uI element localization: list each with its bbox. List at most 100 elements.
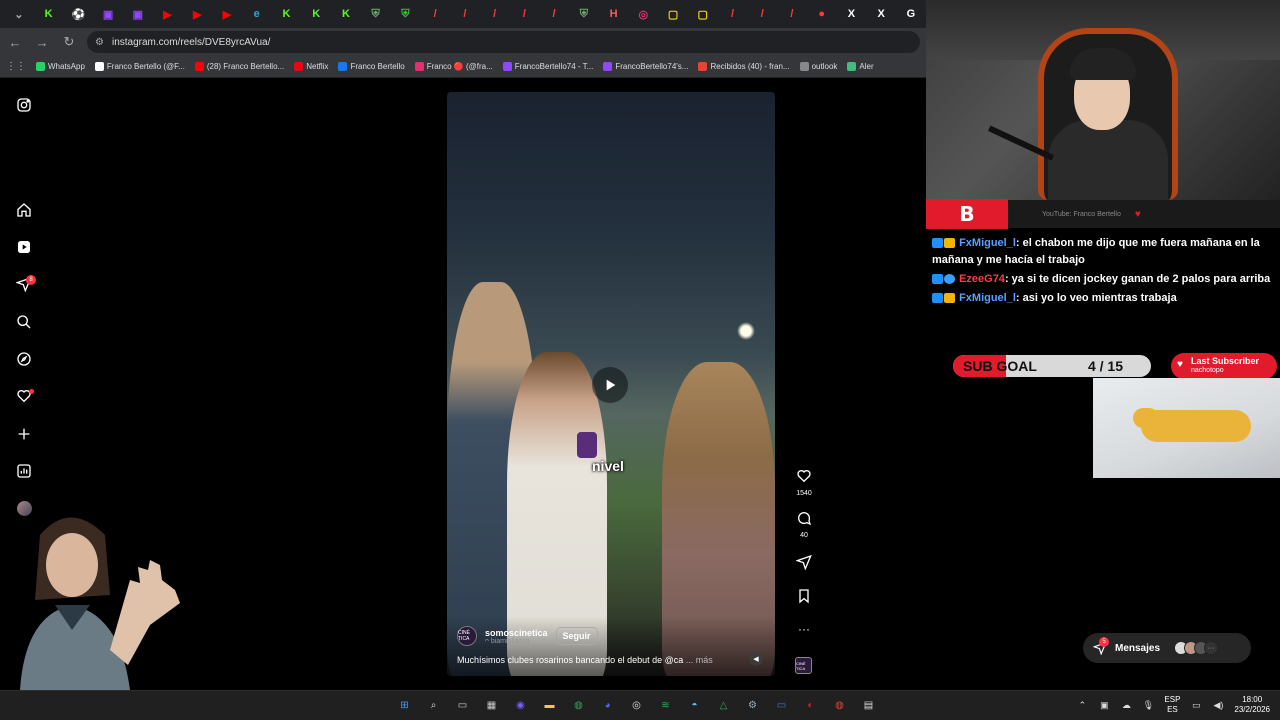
search-icon[interactable]: ⌕: [424, 696, 443, 715]
bookmark-icon[interactable]: [796, 588, 812, 604]
bookmark-item[interactable]: WhatsApp: [36, 62, 85, 71]
messages-pill[interactable]: 5 Mensajes ···: [1083, 633, 1251, 663]
site-info-icon[interactable]: ⚙: [95, 37, 104, 48]
spotify-icon[interactable]: ≋: [656, 696, 675, 715]
language-indicator[interactable]: ESP ES: [1164, 695, 1180, 715]
browser-tab[interactable]: e: [242, 0, 272, 28]
chat-username[interactable]: EzeeG74: [959, 273, 1005, 285]
browser-tab[interactable]: ▢: [688, 0, 718, 28]
collaborator-name[interactable]: ᴖ biamigliazzo: [485, 638, 548, 645]
bookmark-item[interactable]: Aler: [847, 62, 874, 71]
monitor-icon[interactable]: ▭: [1190, 699, 1202, 711]
mic-icon[interactable]: 🎙: [1142, 699, 1154, 711]
obs-icon[interactable]: ◎: [627, 696, 646, 715]
audio-thumbnail[interactable]: CINÉ TICA: [795, 657, 812, 674]
windows-icon[interactable]: ⊞: [395, 696, 414, 715]
browser-tab[interactable]: /: [747, 0, 777, 28]
drive-icon[interactable]: △: [714, 696, 733, 715]
browser-tab[interactable]: K: [331, 0, 361, 28]
app-tray-icon[interactable]: ▣: [1098, 699, 1110, 711]
app-icon[interactable]: ◉: [511, 696, 530, 715]
discord-icon[interactable]: ◕: [598, 696, 617, 715]
reels-icon[interactable]: [15, 238, 33, 256]
bookmark-item[interactable]: FrancoBertello74's...: [603, 62, 688, 71]
browser-tab[interactable]: ▶: [153, 0, 183, 28]
browser-tab[interactable]: H: [599, 0, 629, 28]
instagram-icon[interactable]: [15, 96, 33, 114]
task-view-icon[interactable]: ▭: [453, 696, 472, 715]
reel-video[interactable]: nivel CINÉ TICA somoscinetica ᴖ biamigli…: [447, 92, 775, 676]
browser-tab[interactable]: ▶: [212, 0, 242, 28]
browser-tab[interactable]: ▢: [658, 0, 688, 28]
chrome-icon[interactable]: ◍: [830, 696, 849, 715]
browser-tab[interactable]: G: [896, 0, 926, 28]
store-icon[interactable]: ▦: [482, 696, 501, 715]
dashboard-icon[interactable]: [15, 462, 33, 480]
reload-button[interactable]: ↻: [57, 30, 81, 54]
search-icon[interactable]: [15, 313, 33, 331]
browser-tab[interactable]: K: [301, 0, 331, 28]
more-link[interactable]: ... más: [686, 655, 713, 665]
browser-tab[interactable]: K: [272, 0, 302, 28]
browser-tab[interactable]: X: [837, 0, 867, 28]
browser-tab[interactable]: ▣: [123, 0, 153, 28]
browser-tab[interactable]: /: [777, 0, 807, 28]
browser-tab[interactable]: ▣: [93, 0, 123, 28]
monitor-icon[interactable]: ▭: [772, 696, 791, 715]
tab-search-button[interactable]: ⌄: [4, 0, 34, 28]
browser-tab[interactable]: X: [866, 0, 896, 28]
address-bar[interactable]: ⚙ instagram.com/reels/DVE8yrcAVua/: [87, 31, 920, 53]
browser-tab[interactable]: ●: [807, 0, 837, 28]
app-icon[interactable]: ◐: [801, 696, 820, 715]
chat-username[interactable]: FxMiguel_l: [959, 292, 1016, 304]
like-action[interactable]: 1540: [793, 468, 815, 497]
browser-tab[interactable]: ⛨: [391, 0, 421, 28]
browser-tab[interactable]: ⛨: [569, 0, 599, 28]
share-action[interactable]: [793, 554, 815, 575]
account-name[interactable]: somoscinetica: [485, 628, 548, 638]
browser-tab[interactable]: ◎: [628, 0, 658, 28]
like-icon[interactable]: [796, 468, 812, 484]
back-button[interactable]: ←: [3, 30, 27, 54]
calculator-icon[interactable]: ▤: [859, 696, 878, 715]
more-options-icon[interactable]: ···: [793, 622, 815, 636]
bookmark-item[interactable]: Recibidos (40) - fran...: [698, 62, 790, 71]
bookmark-item[interactable]: Franco Bertello (@F...: [94, 62, 185, 71]
follow-button[interactable]: Seguir: [555, 627, 598, 645]
comment-action[interactable]: 40: [793, 510, 815, 539]
bookmark-item[interactable]: FrancoBertello74 - T...: [502, 62, 593, 71]
create-icon[interactable]: [15, 425, 33, 443]
forward-button[interactable]: →: [30, 30, 54, 54]
chrome-icon[interactable]: ◍: [569, 696, 588, 715]
play-button[interactable]: [592, 367, 628, 403]
apps-grid-icon[interactable]: ⋮⋮: [6, 61, 26, 72]
browser-tab[interactable]: /: [480, 0, 510, 28]
app-icon[interactable]: ⚙: [743, 696, 762, 715]
steam-icon[interactable]: ◓: [685, 696, 704, 715]
browser-tab[interactable]: ⚽: [63, 0, 93, 28]
browser-tab[interactable]: /: [420, 0, 450, 28]
comment-icon[interactable]: [796, 510, 812, 526]
folder-icon[interactable]: ▬: [540, 696, 559, 715]
chat-username[interactable]: FxMiguel_l: [959, 237, 1016, 249]
browser-tab[interactable]: ▶: [182, 0, 212, 28]
share-icon[interactable]: [795, 554, 812, 571]
explore-icon[interactable]: [15, 350, 33, 368]
browser-tab[interactable]: /: [509, 0, 539, 28]
home-icon[interactable]: [15, 201, 33, 219]
browser-tab[interactable]: /: [718, 0, 748, 28]
chevron-up-icon[interactable]: ⌃: [1076, 699, 1088, 711]
network-tray-icon[interactable]: ☁: [1120, 699, 1132, 711]
bookmark-item[interactable]: Netflix: [294, 62, 328, 71]
volume-icon[interactable]: ◀): [1212, 699, 1224, 711]
volume-icon[interactable]: ◀: [749, 652, 763, 666]
browser-tab[interactable]: /: [450, 0, 480, 28]
bookmark-item[interactable]: Franco 🔴 (@fra...: [414, 62, 493, 71]
bookmark-item[interactable]: outlook: [799, 62, 837, 71]
bookmark-item[interactable]: Franco Bertello: [338, 62, 405, 71]
browser-tab[interactable]: /: [539, 0, 569, 28]
clock[interactable]: 18:00 23/2/2026: [1234, 695, 1270, 715]
account-avatar[interactable]: CINÉ TICA: [457, 626, 477, 646]
bookmark-item[interactable]: (28) Franco Bertello...: [194, 62, 284, 71]
save-action[interactable]: [793, 588, 815, 609]
